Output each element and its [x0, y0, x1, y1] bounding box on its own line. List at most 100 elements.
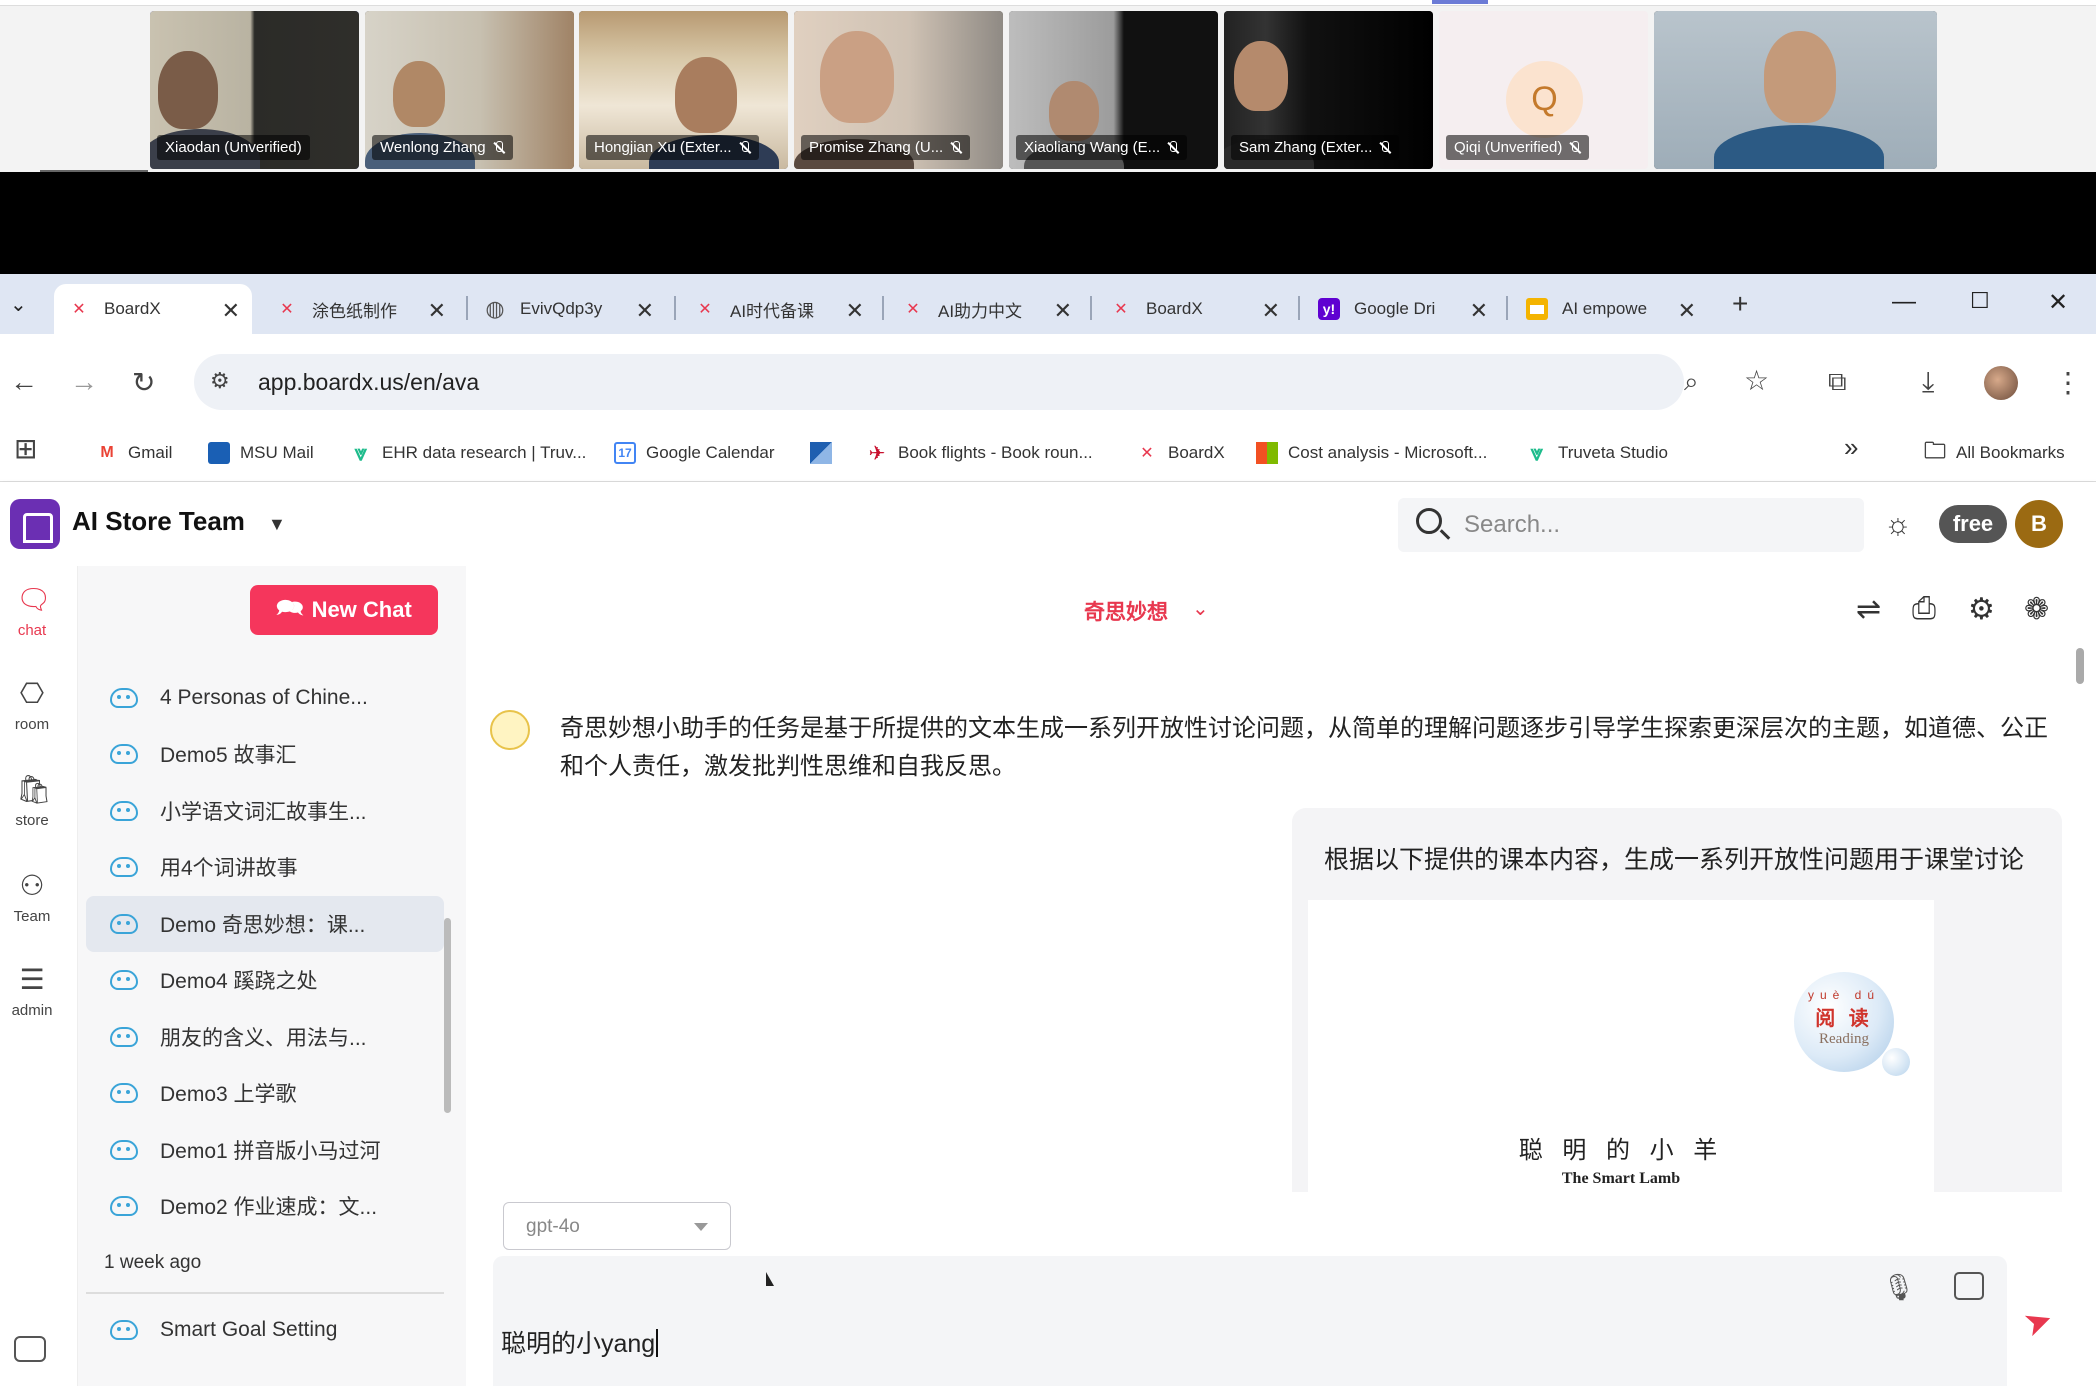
ai-model-icon[interactable]: ❁: [2024, 592, 2049, 627]
tab[interactable]: ✕ BoardX ✕: [1096, 284, 1292, 334]
rail-item-chat[interactable]: 🗨 chat: [0, 584, 64, 639]
bookmark-truveta-studio[interactable]: ⩔ Truveta Studio: [1526, 436, 1668, 470]
boardx-icon: ✕: [698, 301, 712, 318]
tab[interactable]: ✕ AI时代备课 ✕: [680, 284, 876, 334]
close-tab-icon[interactable]: ✕: [846, 298, 864, 324]
globe-icon: ◍: [485, 296, 505, 321]
bookmark-gmail[interactable]: M Gmail: [96, 436, 172, 470]
tab-search-icon[interactable]: ⌄: [10, 292, 27, 317]
attached-image[interactable]: yuè dú 阅 读 Reading 聪 明 的 小 羊 The Smart L…: [1308, 900, 1934, 1192]
close-tab-icon[interactable]: ✕: [428, 298, 446, 324]
avatar: Q: [1506, 61, 1583, 138]
participant-tile[interactable]: Xiaoliang Wang (E...: [1009, 11, 1218, 169]
bookmark-untitled[interactable]: [810, 436, 842, 470]
divider: [86, 1292, 444, 1294]
list-item[interactable]: 朋友的含义、用法与...: [86, 1009, 444, 1065]
close-tab-icon[interactable]: ✕: [1470, 298, 1488, 324]
more-bookmarks-icon[interactable]: »: [1844, 432, 1858, 463]
bookmark-google-calendar[interactable]: 17 Google Calendar: [614, 436, 775, 470]
assistant-selector[interactable]: 奇思妙想: [1084, 596, 1168, 626]
list-item[interactable]: Demo4 蹊跷之处: [86, 952, 444, 1008]
bookmark-cost-analysis[interactable]: Cost analysis - Microsoft...: [1256, 436, 1487, 470]
rail-item-room[interactable]: ⎔ room: [0, 678, 64, 733]
zoom-icon[interactable]: ⌕: [1684, 366, 1699, 398]
reload-icon[interactable]: ↻: [132, 366, 155, 399]
bookmark-msu-mail[interactable]: MSU Mail: [208, 436, 314, 470]
menu-icon[interactable]: ⋮: [2054, 366, 2082, 399]
plan-badge[interactable]: free: [1939, 505, 2007, 543]
star-icon[interactable]: ☆: [1744, 364, 1769, 397]
list-item[interactable]: Demo5 故事汇: [86, 726, 444, 782]
participant-tile[interactable]: Wenlong Zhang: [365, 11, 574, 169]
apps-grid-icon[interactable]: ⊞: [14, 432, 37, 465]
all-bookmarks[interactable]: 🗀 All Bookmarks: [1924, 436, 2065, 470]
participant-tile[interactable]: Sam Zhang (Exter...: [1224, 11, 1433, 169]
store-icon: 🛍: [16, 774, 52, 805]
bot-icon: [110, 801, 138, 821]
bookmark-boardx[interactable]: ✕ BoardX: [1136, 436, 1224, 470]
feedback-icon[interactable]: [14, 1336, 46, 1362]
truveta-icon: ⩔: [354, 440, 368, 465]
tab[interactable]: ◍ EvivQdp3y ✕: [470, 284, 666, 334]
forward-icon[interactable]: →: [70, 366, 98, 398]
rail-item-admin[interactable]: ☰ admin: [0, 964, 64, 1019]
team-logo-icon[interactable]: [10, 499, 60, 549]
user-avatar[interactable]: B: [2015, 500, 2063, 548]
close-tab-icon[interactable]: ✕: [636, 298, 654, 324]
list-item[interactable]: 用4个词讲故事: [86, 839, 444, 895]
theme-toggle-icon[interactable]: ☼: [1884, 508, 1912, 542]
model-select[interactable]: gpt-4o: [503, 1202, 731, 1250]
team-name[interactable]: AI Store Team: [72, 506, 245, 537]
print-icon[interactable]: ⎙: [1912, 592, 1936, 626]
close-tab-icon[interactable]: ✕: [1054, 298, 1072, 324]
address-bar[interactable]: ⚙ app.boardx.us/en/ava ⌕ ☆: [194, 354, 1769, 410]
profile-avatar-icon[interactable]: [1984, 366, 2018, 400]
message-input[interactable]: 聪明的小yang: [493, 1256, 2007, 1386]
tab-boardx-active[interactable]: ✕ BoardX ✕: [54, 284, 252, 334]
list-item[interactable]: 小学语文词汇故事生...: [86, 783, 444, 839]
message-input-text: 聪明的小yang: [501, 1324, 658, 1360]
close-window-icon[interactable]: ✕: [2048, 288, 2068, 317]
list-item[interactable]: Demo2 作业速成：文...: [86, 1178, 444, 1234]
rail-item-store[interactable]: 🛍 store: [0, 774, 64, 829]
chat-scrollbar[interactable]: [2076, 648, 2084, 684]
list-item[interactable]: Demo3 上学歌: [86, 1065, 444, 1121]
new-chat-button[interactable]: 🗪 New Chat: [250, 585, 438, 635]
participant-tile[interactable]: Promise Zhang (U...: [794, 11, 1003, 169]
list-item[interactable]: 4 Personas of Chine...: [86, 670, 444, 726]
participant-tile[interactable]: Hongjian Xu (Exter...: [579, 11, 788, 169]
tab[interactable]: ✕ AI助力中文 ✕: [888, 284, 1084, 334]
chat-list-scrollbar[interactable]: [444, 918, 451, 1113]
close-tab-icon[interactable]: ✕: [1678, 298, 1696, 324]
new-tab-icon[interactable]: +: [1732, 288, 1748, 320]
maximize-icon[interactable]: ☐: [1970, 288, 1990, 314]
settings-icon[interactable]: ⚙: [1968, 592, 1995, 627]
list-item[interactable]: Demo1 拼音版小马过河: [86, 1122, 444, 1178]
rail-item-team[interactable]: ⚇ Team: [0, 870, 64, 925]
chevron-down-icon[interactable]: ⌄: [1192, 596, 1209, 621]
site-settings-icon[interactable]: ⚙: [210, 368, 230, 394]
participant-tile[interactable]: Xiaodan (Unverified): [150, 11, 359, 169]
close-tab-icon[interactable]: ✕: [222, 298, 240, 324]
team-dropdown-icon[interactable]: ▼: [268, 514, 286, 535]
bookmark-book-flights[interactable]: ✈ Book flights - Book roun...: [866, 436, 1093, 470]
download-icon[interactable]: ⤓: [1922, 366, 1934, 399]
back-icon[interactable]: ←: [10, 366, 38, 398]
minimize-icon[interactable]: —: [1892, 288, 1916, 316]
tab[interactable]: ✕ 涂色纸制作 ✕: [262, 284, 458, 334]
browser-tab-bar: ⌄ ✕ BoardX ✕ ✕ 涂色纸制作 ✕ ◍ EvivQdp3y ✕ ✕ A…: [0, 274, 2096, 334]
bookmark-ehr-data[interactable]: ⩔ EHR data research | Truv...: [350, 436, 587, 470]
list-item-selected[interactable]: Demo 奇思妙想：课...: [86, 896, 444, 952]
tab[interactable]: AI empowe ✕: [1512, 284, 1708, 334]
list-item[interactable]: Smart Goal Setting: [86, 1302, 444, 1358]
microphone-icon[interactable]: 🎙: [1882, 1272, 1915, 1303]
search-input[interactable]: Search...: [1398, 498, 1864, 552]
add-image-icon[interactable]: [1954, 1272, 1984, 1300]
share-icon[interactable]: ⇌: [1856, 592, 1881, 627]
extensions-icon[interactable]: ⧉: [1828, 366, 1847, 398]
bot-icon: [110, 1320, 138, 1340]
tab[interactable]: y! Google Dri ✕: [1304, 284, 1500, 334]
participant-tile[interactable]: [1654, 11, 1937, 169]
participant-tile[interactable]: Q Qiqi (Unverified): [1439, 11, 1648, 169]
close-tab-icon[interactable]: ✕: [1262, 298, 1280, 324]
